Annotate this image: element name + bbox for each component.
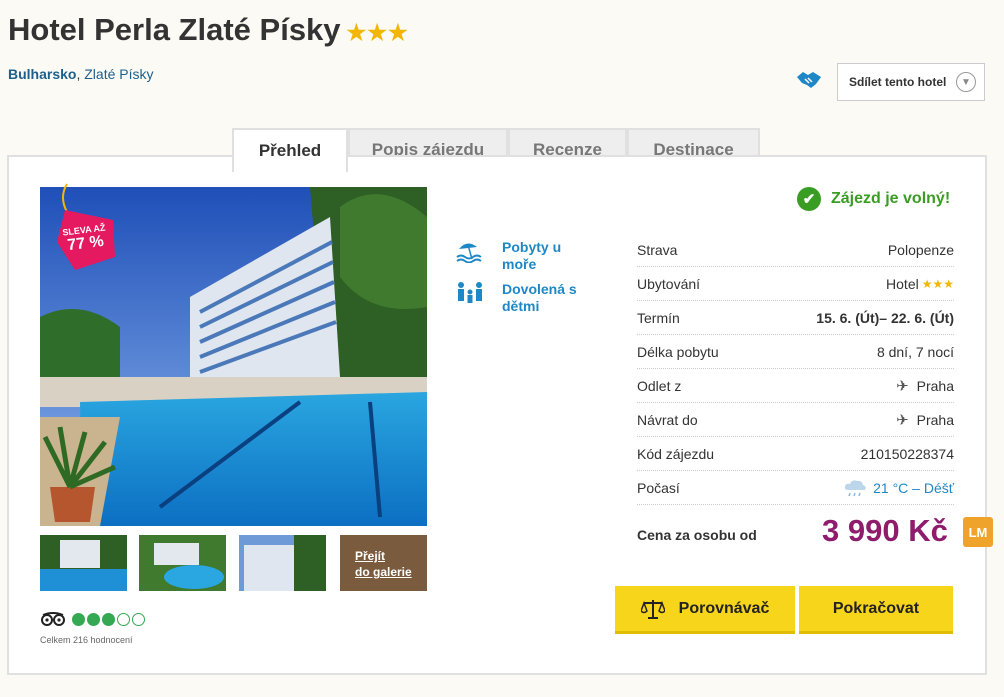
gallery-link-line1: Přejít bbox=[355, 549, 386, 563]
hotel-title: Hotel Perla Zlaté Písky ★★★ bbox=[8, 12, 409, 48]
breadcrumb-country-link[interactable]: Bulharsko bbox=[8, 66, 76, 82]
rating-dots bbox=[72, 612, 147, 626]
tripadvisor-icon bbox=[41, 612, 65, 626]
info-label: Termín bbox=[637, 309, 680, 326]
scale-icon bbox=[640, 599, 665, 619]
rating-count: Celkem 216 hodnocení bbox=[40, 635, 133, 645]
rating-dot-filled bbox=[87, 612, 100, 626]
chevron-down-icon: ▼ bbox=[956, 72, 976, 92]
accommodation-stars: ★★★ bbox=[921, 276, 954, 291]
feature-beach[interactable]: Pobyty u moře bbox=[455, 239, 592, 273]
info-row-return: Návrat do ✈ Praha bbox=[637, 403, 954, 437]
feature-beach-label: Pobyty u moře bbox=[502, 239, 562, 272]
trip-info-table: Strava Polopenze Ubytování Hotel ★★★ Term… bbox=[637, 233, 954, 505]
gallery-thumbnail[interactable] bbox=[139, 535, 226, 591]
last-minute-badge: LM bbox=[963, 517, 993, 547]
info-value: Hotel bbox=[886, 275, 919, 292]
info-label: Strava bbox=[637, 241, 678, 258]
rain-cloud-icon bbox=[844, 479, 866, 496]
breadcrumb: Bulharsko, Zlaté Písky bbox=[8, 66, 154, 82]
availability-status: ✔ Zájezd je volný! bbox=[797, 187, 950, 211]
info-value: Polopenze bbox=[887, 241, 954, 258]
gallery-link-line2: do galerie bbox=[355, 565, 412, 579]
continue-button[interactable]: Pokračovat bbox=[799, 586, 953, 634]
check-circle-icon: ✔ bbox=[797, 187, 821, 211]
beach-icon bbox=[456, 243, 482, 263]
info-row-weather[interactable]: Počasí 21 °C – Déšť bbox=[637, 471, 954, 505]
info-value: 15. 6. (Út)– 22. 6. (Út) bbox=[816, 309, 954, 326]
info-row-code: Kód zájezdu 210150228374 bbox=[637, 437, 954, 471]
tab-label: Přehled bbox=[258, 141, 322, 160]
feature-family[interactable]: Dovolená s dětmi bbox=[455, 281, 592, 315]
info-label: Ubytování bbox=[637, 275, 701, 292]
info-value: 21 °C – Déšť bbox=[873, 479, 954, 496]
continue-button-label: Pokračovat bbox=[832, 599, 920, 617]
info-label: Délka pobytu bbox=[637, 343, 719, 360]
info-row-term: Termín 15. 6. (Út)– 22. 6. (Út) bbox=[637, 301, 954, 335]
rating-dot-filled bbox=[102, 612, 115, 626]
feature-family-label: Dovolená s dětmi bbox=[502, 281, 577, 314]
info-row-length: Délka pobytu 8 dní, 7 nocí bbox=[637, 335, 954, 369]
info-row-board: Strava Polopenze bbox=[637, 233, 954, 267]
rating-dot-empty bbox=[132, 612, 145, 626]
breadcrumb-separator: , bbox=[76, 66, 81, 82]
breadcrumb-resort-link[interactable]: Zlaté Písky bbox=[84, 66, 153, 82]
rating-dot-filled bbox=[72, 612, 85, 626]
info-value: 8 dní, 7 nocí bbox=[876, 343, 954, 360]
handshake-icon[interactable] bbox=[796, 69, 822, 91]
plane-icon: ✈ bbox=[896, 377, 909, 395]
tripadvisor-rating[interactable] bbox=[40, 612, 147, 626]
hotel-stars: ★★★ bbox=[346, 20, 409, 45]
family-icon bbox=[458, 282, 482, 303]
share-hotel-button[interactable]: Sdílet tento hotel ▼ bbox=[837, 63, 985, 101]
tab-overview[interactable]: Přehled bbox=[232, 128, 348, 172]
compare-button[interactable]: Porovnávač bbox=[615, 586, 795, 634]
info-label: Kód zájezdu bbox=[637, 445, 715, 462]
info-label: Počasí bbox=[637, 479, 680, 496]
hotel-name: Hotel Perla Zlaté Písky bbox=[8, 12, 341, 47]
price-value: 3 990 Kč bbox=[822, 513, 948, 548]
availability-text: Zájezd je volný! bbox=[831, 190, 951, 207]
plane-icon: ✈ bbox=[896, 411, 909, 429]
price-label: Cena za osobu od bbox=[637, 527, 757, 543]
info-value: Praha bbox=[916, 377, 954, 394]
gallery-thumbnail[interactable] bbox=[40, 535, 127, 591]
info-value: Praha bbox=[916, 411, 954, 428]
info-value: 210150228374 bbox=[860, 445, 954, 462]
info-label: Návrat do bbox=[637, 411, 698, 428]
info-label: Odlet z bbox=[637, 377, 682, 394]
info-row-accommodation: Ubytování Hotel ★★★ bbox=[637, 267, 954, 301]
gallery-thumbnail[interactable] bbox=[239, 535, 326, 591]
share-hotel-label: Sdílet tento hotel bbox=[849, 75, 947, 89]
info-row-departure: Odlet z ✈ Praha bbox=[637, 369, 954, 403]
compare-button-label: Porovnávač bbox=[678, 599, 770, 617]
go-to-gallery-link[interactable]: Přejít do galerie bbox=[340, 535, 427, 591]
rating-dot-empty bbox=[117, 612, 130, 626]
